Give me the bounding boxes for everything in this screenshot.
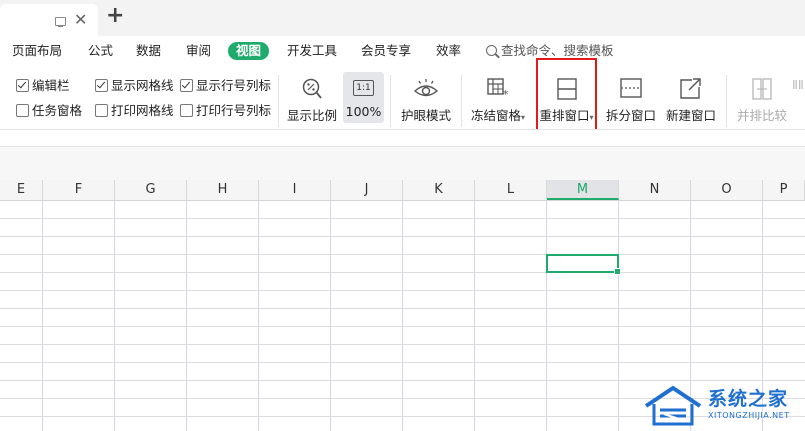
checkbox-label: 打印网格线 xyxy=(111,103,174,118)
watermark: 系统之家 XITONGZHIJIA.NET xyxy=(640,380,805,431)
grid-row-line xyxy=(0,272,805,273)
checkbox-label: 打印行号列标 xyxy=(196,103,272,118)
checkbox-task-pane[interactable]: 任务窗格 xyxy=(16,103,82,119)
column-headers: E F G H I J K L M N O P xyxy=(0,180,805,201)
house-logo-icon xyxy=(644,385,702,426)
grid-row-line xyxy=(0,254,805,255)
new-window-label: 新建窗口 xyxy=(665,108,716,123)
column-header-p[interactable]: P xyxy=(763,180,805,200)
new-window-button[interactable]: 新建窗口 xyxy=(663,71,719,129)
freeze-panes-icon: * xyxy=(487,78,509,99)
checkbox-icon[interactable] xyxy=(16,104,29,117)
new-tab-button[interactable]: + xyxy=(106,4,124,28)
side-by-side-button[interactable]: 并排比较 xyxy=(734,71,790,129)
menu-developer[interactable]: 开发工具 xyxy=(287,42,337,60)
checkbox-show-headings[interactable]: 显示行号列标 xyxy=(180,78,271,94)
split-window-button[interactable]: 拆分窗口 xyxy=(603,71,659,129)
grid-row-line xyxy=(0,290,805,291)
freeze-panes-label: 冻结窗格▾ xyxy=(467,108,529,126)
new-window-icon xyxy=(680,78,701,99)
column-header-n[interactable]: N xyxy=(619,180,691,200)
menu-formula[interactable]: 公式 xyxy=(88,42,113,60)
menu-data[interactable]: 数据 xyxy=(136,42,161,60)
checkbox-icon[interactable] xyxy=(95,104,108,117)
zoom-100-label: 100% xyxy=(345,104,382,119)
column-header-e[interactable]: E xyxy=(0,180,43,200)
grid-row-line xyxy=(0,236,805,237)
ribbon-divider xyxy=(278,75,279,127)
column-header-h[interactable]: H xyxy=(187,180,259,200)
close-icon[interactable]: ✕ xyxy=(74,12,87,28)
checkbox-icon[interactable] xyxy=(180,104,193,117)
checkbox-label: 编辑栏 xyxy=(32,78,70,93)
selected-cell[interactable] xyxy=(546,254,621,275)
checkbox-formula-bar[interactable]: 编辑栏 xyxy=(16,78,70,94)
checkbox-icon[interactable] xyxy=(16,79,29,92)
split-window-label: 拆分窗口 xyxy=(605,108,656,123)
menu-review[interactable]: 审阅 xyxy=(186,42,211,60)
menu-efficiency[interactable]: 效率 xyxy=(436,42,461,60)
grid-row-line xyxy=(0,362,805,363)
column-header-k[interactable]: K xyxy=(403,180,475,200)
dropdown-arrow-icon: ▾ xyxy=(521,113,526,122)
ribbon-divider xyxy=(726,75,727,127)
checkbox-label: 显示行号列标 xyxy=(196,78,272,93)
watermark-title: 系统之家 xyxy=(708,388,789,410)
freeze-panes-text: 冻结窗格 xyxy=(470,108,521,123)
eye-mode-button[interactable]: 护眼模式 xyxy=(397,71,455,129)
checkbox-print-gridlines[interactable]: 打印网格线 xyxy=(95,103,174,119)
menu-view[interactable]: 视图 xyxy=(228,42,270,60)
checkbox-icon[interactable] xyxy=(95,79,108,92)
menu-member[interactable]: 会员专享 xyxy=(361,42,411,60)
sheet-toolbar-area xyxy=(0,146,805,181)
eye-mode-label: 护眼模式 xyxy=(400,108,451,123)
ribbon-divider xyxy=(461,75,462,127)
grid-row-line xyxy=(0,326,805,327)
column-header-g[interactable]: G xyxy=(115,180,187,200)
zoom-ratio-button[interactable]: 显示比例 xyxy=(284,71,340,129)
column-header-i[interactable]: I xyxy=(259,180,331,200)
menu-bar: 页面布局 公式 数据 审阅 视图 开发工具 会员专享 效率 查找命令、搜索模板 xyxy=(0,36,805,67)
freeze-panes-button[interactable]: * 冻结窗格▾ xyxy=(467,71,529,129)
column-header-o[interactable]: O xyxy=(691,180,763,200)
search-placeholder: 查找命令、搜索模板 xyxy=(501,43,614,58)
highlight-box xyxy=(536,58,597,136)
search-icon xyxy=(486,45,497,56)
title-bar: ✕ + xyxy=(0,0,805,36)
checkbox-label: 显示网格线 xyxy=(111,78,174,93)
column-header-j[interactable]: J xyxy=(331,180,403,200)
truncated-ribbon-button[interactable]: ⅡⅡ xyxy=(792,77,804,93)
checkbox-show-gridlines[interactable]: 显示网格线 xyxy=(95,78,174,94)
formula-bar xyxy=(0,129,805,146)
column-header-l[interactable]: L xyxy=(475,180,547,200)
side-by-side-icon xyxy=(752,78,772,100)
monitor-icon xyxy=(55,17,66,28)
document-tab[interactable]: ✕ xyxy=(0,4,98,36)
column-header-m[interactable]: M xyxy=(547,180,619,200)
zoom-100-button[interactable]: 1:1 100% xyxy=(343,72,384,123)
eye-icon xyxy=(413,79,439,97)
checkbox-label: 任务窗格 xyxy=(32,103,83,118)
ribbon: 编辑栏 显示网格线 显示行号列标 任务窗格 打印网格线 打印行号列标 显示比例 … xyxy=(0,67,805,129)
grid-row-line xyxy=(0,308,805,309)
menu-page-layout[interactable]: 页面布局 xyxy=(12,42,62,60)
checkbox-print-headings[interactable]: 打印行号列标 xyxy=(180,103,271,119)
grid-row-line xyxy=(0,218,805,219)
checkbox-icon[interactable] xyxy=(180,79,193,92)
ribbon-divider xyxy=(390,75,391,127)
one-to-one-icon: 1:1 xyxy=(353,80,374,96)
grid-row-line xyxy=(0,344,805,345)
zoom-ratio-label: 显示比例 xyxy=(286,108,337,123)
svg-text:*: * xyxy=(503,88,509,99)
side-by-side-label: 并排比较 xyxy=(736,108,787,123)
watermark-subtitle: XITONGZHIJIA.NET xyxy=(708,411,790,420)
split-window-icon xyxy=(620,78,642,98)
zoom-ratio-icon xyxy=(302,78,322,99)
column-header-f[interactable]: F xyxy=(43,180,115,200)
